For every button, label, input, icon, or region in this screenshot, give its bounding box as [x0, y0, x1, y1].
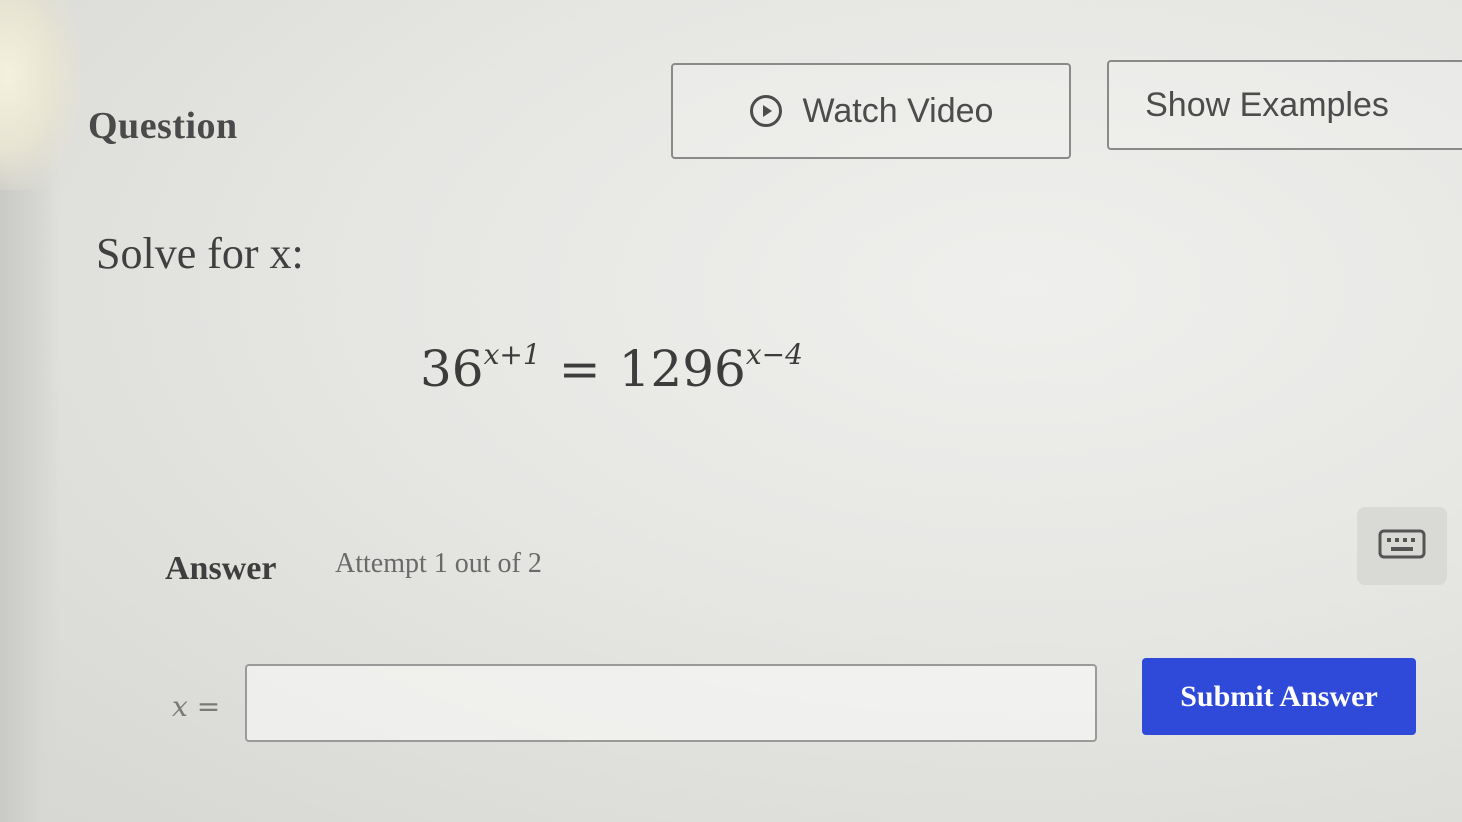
keyboard-icon: [1378, 528, 1426, 565]
submit-answer-button[interactable]: Submit Answer: [1142, 658, 1416, 735]
equation-left-exponent: x+1: [483, 338, 541, 372]
watch-video-label: Watch Video: [802, 91, 994, 130]
watch-video-button[interactable]: Watch Video: [671, 63, 1071, 159]
show-examples-label: Show Examples: [1145, 85, 1389, 124]
keyboard-toggle-button[interactable]: [1357, 507, 1447, 585]
answer-heading: Answer: [165, 550, 277, 587]
problem-instruction: Solve for x:: [96, 229, 304, 278]
play-circle-icon: [749, 94, 783, 128]
equation-equals: =: [558, 340, 601, 398]
equation-right-base: 1296: [618, 340, 746, 398]
question-heading: Question: [88, 105, 238, 147]
answer-variable-label: x =: [172, 690, 221, 723]
attempt-counter: Attempt 1 out of 2: [335, 548, 542, 579]
show-examples-button[interactable]: Show Examples: [1107, 60, 1462, 150]
equation-left-base: 36: [420, 340, 484, 398]
answer-input[interactable]: [245, 664, 1097, 742]
equation-right-exponent: x−4: [745, 338, 803, 372]
screen-glare: [0, 0, 80, 190]
equation: 36x+1 = 1296x−4: [420, 338, 803, 398]
